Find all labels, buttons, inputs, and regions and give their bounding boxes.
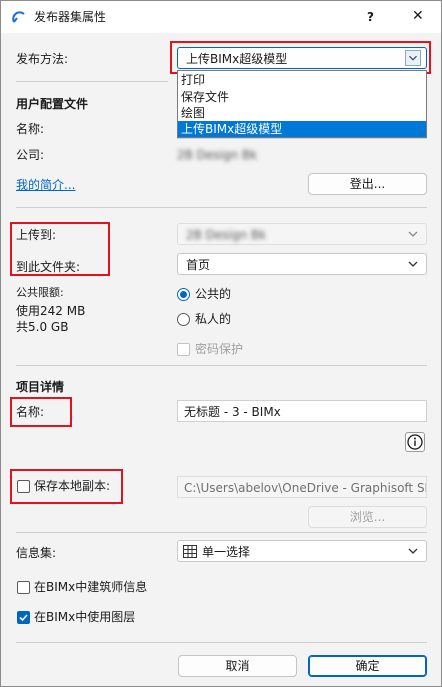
local-copy-path-value: C:\Users\abelov\OneDrive - Graphisoft SE bbox=[184, 481, 427, 495]
publish-option-print[interactable]: 打印 bbox=[178, 72, 426, 88]
publisher-set-properties-dialog: 发布器集属性 ? ✕ 发布方法: 上传BIMx超级模型 打印 保存文件 绘图 上… bbox=[0, 0, 442, 687]
use-layers-label: 在BIMx中使用图层 bbox=[34, 610, 136, 624]
divider bbox=[16, 365, 427, 366]
my-profile-link[interactable]: 我的简介... bbox=[16, 177, 75, 193]
publish-option-upload-bimx[interactable]: 上传BIMx超级模型 bbox=[178, 121, 426, 137]
password-protect-checkbox[interactable] bbox=[177, 343, 190, 356]
local-copy-path-input[interactable]: C:\Users\abelov\OneDrive - Graphisoft SE bbox=[177, 476, 427, 498]
window-title: 发布器集属性 bbox=[34, 10, 107, 24]
divider bbox=[16, 207, 427, 208]
divider bbox=[16, 532, 427, 533]
upload-to-value: 2B Design Bk bbox=[186, 228, 267, 242]
title-bar: 发布器集属性 ? ✕ bbox=[1, 1, 441, 33]
cancel-button[interactable]: 取消 bbox=[178, 655, 297, 677]
upload-labels-highlight bbox=[10, 222, 110, 276]
save-local-copy-checkbox[interactable] bbox=[17, 480, 30, 493]
divider bbox=[177, 138, 427, 139]
divider bbox=[16, 642, 427, 643]
use-layers-checkbox[interactable] bbox=[17, 611, 30, 624]
publish-option-plot[interactable]: 绘图 bbox=[178, 105, 426, 121]
publish-method-label: 发布方法: bbox=[16, 52, 69, 66]
info-set-label: 信息集: bbox=[16, 546, 57, 560]
quota-total-text: 共5.0 GB bbox=[16, 320, 69, 334]
ok-button[interactable]: 确定 bbox=[308, 655, 427, 677]
architect-info-label: 在BIMx中建筑师信息 bbox=[34, 580, 148, 594]
info-button[interactable] bbox=[405, 432, 425, 452]
chevron-down-icon bbox=[408, 548, 418, 554]
private-radio[interactable] bbox=[177, 313, 190, 326]
profile-company-label: 公司: bbox=[16, 148, 45, 162]
public-quota-label: 公共限额: bbox=[16, 286, 64, 299]
publish-option-save-file[interactable]: 保存文件 bbox=[178, 89, 426, 105]
target-folder-value: 首页 bbox=[186, 258, 211, 272]
browse-button[interactable]: 浏览... bbox=[308, 506, 427, 528]
upload-to-select[interactable]: 2B Design Bk bbox=[177, 223, 427, 245]
checkmark-icon bbox=[19, 614, 28, 622]
public-radio-label: 公共的 bbox=[195, 287, 232, 301]
profile-name-label: 名称: bbox=[16, 122, 45, 136]
architect-info-checkbox[interactable] bbox=[17, 581, 30, 594]
publish-method-dropdown-list[interactable]: 打印 保存文件 绘图 上传BIMx超级模型 bbox=[177, 70, 427, 138]
profile-company-value: 2B Design Bk bbox=[177, 148, 258, 162]
divider bbox=[16, 81, 168, 82]
help-button[interactable]: ? bbox=[367, 9, 374, 25]
project-name-highlight bbox=[10, 397, 72, 427]
project-name-input[interactable]: 无标题 - 3 - BIMx bbox=[177, 400, 427, 422]
info-set-select[interactable]: 单一选择 bbox=[177, 540, 427, 562]
quota-used-text: 使用242 MB bbox=[16, 304, 86, 318]
user-profile-heading: 用户配置文件 bbox=[16, 97, 89, 111]
project-details-heading: 项目详情 bbox=[16, 380, 65, 394]
password-protect-label: 密码保护 bbox=[195, 342, 244, 356]
table-icon bbox=[183, 545, 197, 558]
archicad-app-icon bbox=[12, 11, 25, 23]
info-set-value: 单一选择 bbox=[202, 545, 251, 559]
public-radio[interactable] bbox=[177, 288, 190, 301]
chevron-down-icon bbox=[408, 261, 418, 267]
save-local-copy-label: 保存本地副本: bbox=[34, 479, 111, 493]
project-name-value: 无标题 - 3 - BIMx bbox=[184, 405, 281, 419]
chevron-down-icon bbox=[408, 231, 418, 237]
info-icon bbox=[407, 434, 423, 450]
target-folder-select[interactable]: 首页 bbox=[177, 253, 427, 275]
private-radio-label: 私人的 bbox=[195, 312, 232, 326]
logout-button[interactable]: 登出... bbox=[308, 173, 427, 195]
close-button[interactable]: ✕ bbox=[412, 8, 424, 24]
